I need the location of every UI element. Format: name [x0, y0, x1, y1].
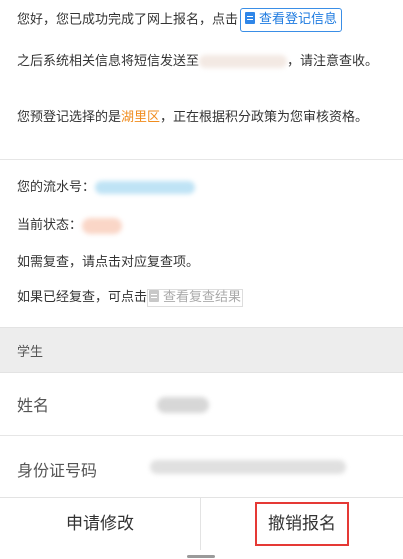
id-number-redacted — [150, 460, 346, 474]
view-registration-label: 查看登记信息 — [259, 12, 338, 27]
sms-notice-prefix: 之后系统相关信息将短信发送至 — [17, 54, 200, 69]
divider — [0, 159, 403, 160]
district-notice-prefix: 您预登记选择的是 — [17, 110, 122, 125]
document-icon — [245, 12, 256, 24]
success-message: 您好，您已成功完成了网上报名，点击 查看登记信息 — [17, 8, 391, 32]
divider — [0, 435, 403, 436]
view-registration-button[interactable]: 查看登记信息 — [240, 8, 343, 32]
recheck-result-prefix: 如果已经复查，可点击 — [17, 290, 148, 305]
registration-result-page: 您好，您已成功完成了网上报名，点击 查看登记信息 之后系统相关信息将短信发送至 ，请… — [0, 0, 403, 559]
section-title: 学生 — [17, 345, 44, 360]
home-indicator — [187, 555, 215, 558]
student-section-header: 学生 — [0, 327, 403, 373]
request-modify-label: 申请修改 — [66, 514, 134, 534]
serial-number-label: 您的流水号： — [17, 180, 96, 195]
status-row: 当前状态： — [17, 217, 123, 235]
phone-number-redacted — [199, 55, 288, 68]
sms-notice: 之后系统相关信息将短信发送至 ，请注意查收。 — [17, 51, 391, 72]
view-recheck-result-link[interactable]: 查看复查结果 — [147, 289, 244, 307]
success-message-text: 您好，您已成功完成了网上报名，点击 — [17, 12, 239, 28]
name-value-redacted — [157, 397, 209, 413]
district-notice: 您预登记选择的是湖里区，正在根据积分政策为您审核资格。 — [17, 107, 391, 128]
district-name: 湖里区 — [121, 110, 161, 125]
id-number-label: 身份证号码 — [17, 461, 98, 480]
serial-number-row: 您的流水号： — [17, 179, 196, 197]
bottom-action-bar: 申请修改 撤销报名 — [0, 497, 403, 550]
serial-number-redacted — [95, 181, 196, 194]
name-label: 姓名 — [17, 396, 50, 415]
district-notice-suffix: ，正在根据积分政策为您审核资格。 — [160, 110, 369, 125]
status-value-redacted — [82, 217, 123, 234]
view-recheck-result-label: 查看复查结果 — [163, 290, 242, 305]
cancel-registration-label: 撤销报名 — [255, 502, 349, 546]
request-modify-button[interactable]: 申请修改 — [0, 498, 200, 550]
recheck-result-row: 如果已经复查，可点击 查看复查结果 — [17, 289, 244, 307]
sms-notice-suffix: ，请注意查收。 — [287, 54, 379, 69]
status-label: 当前状态： — [17, 218, 83, 233]
document-icon — [149, 290, 160, 302]
recheck-hint: 如需复查，请点击对应复查项。 — [17, 255, 200, 270]
cancel-registration-button[interactable]: 撤销报名 — [201, 498, 403, 550]
